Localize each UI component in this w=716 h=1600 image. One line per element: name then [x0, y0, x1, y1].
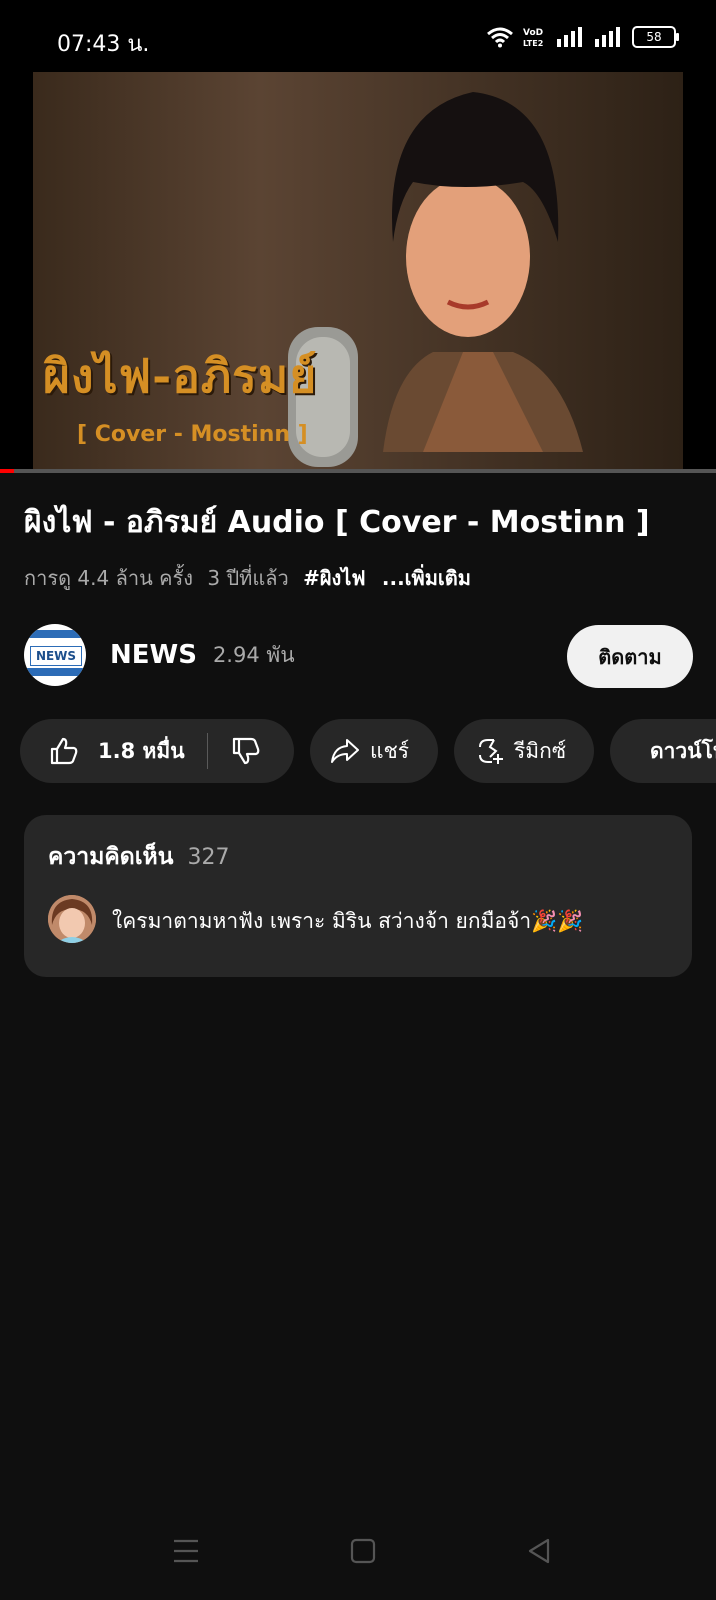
status-icons: VoD LTE2 58: [486, 26, 679, 48]
singer-figure: [383, 92, 583, 452]
remix-label: รีมิกซ์: [514, 738, 567, 763]
menu-icon[interactable]: [172, 1538, 200, 1564]
remix-icon: [479, 739, 503, 764]
svg-text:LTE2: LTE2: [523, 39, 543, 48]
channel-avatar[interactable]: NEWS: [24, 624, 86, 686]
top-comment-text: ใครมาตามหาฟัง เพราะ มิริน สว่างจ้า ยกมือ…: [112, 909, 584, 933]
comments-title: ความคิดเห็น: [48, 844, 174, 870]
signal-icon-2: [595, 27, 620, 47]
subscribe-button[interactable]: ติดตาม: [567, 625, 693, 688]
back-triangle-icon[interactable]: [526, 1538, 552, 1564]
avatar-logo-text: NEWS: [30, 646, 82, 666]
thumbnail-subtitle: [ Cover - Mostinn ]: [77, 422, 308, 447]
remix-button[interactable]: รีมิกซ์: [454, 719, 594, 783]
channel-row[interactable]: NEWS NEWS 2.94 พัน: [24, 624, 295, 686]
share-button[interactable]: แชร์: [310, 719, 438, 783]
video-title: ผิงไฟ - อภิรมย์ Audio [ Cover - Mostinn …: [24, 505, 650, 540]
signal-icon: [557, 27, 582, 47]
dislike-button[interactable]: [230, 735, 262, 767]
like-button[interactable]: 1.8 หมื่น: [48, 735, 185, 768]
download-label: ดาวน์โหลด: [650, 738, 716, 763]
avatar-band-bottom: [24, 668, 86, 676]
share-label: แชร์: [370, 738, 410, 763]
like-divider: [206, 733, 208, 769]
commenter-avatar-image: [48, 895, 96, 943]
thumb-down-icon: [232, 737, 259, 765]
video-progress-fill: [0, 469, 15, 473]
like-count: 1.8 หมื่น: [98, 738, 185, 763]
video-player[interactable]: ผิงไฟ-อภิรมย์ [ Cover - Mostinn ]: [0, 72, 716, 470]
status-time: 07:43 น.: [57, 32, 150, 57]
more-link[interactable]: ...เพิ่มเติม: [382, 566, 471, 590]
video-thumbnail: ผิงไฟ-อภิรมย์ [ Cover - Mostinn ]: [33, 72, 683, 470]
thumb-up-icon: [50, 737, 78, 765]
commenter-avatar[interactable]: [48, 895, 96, 943]
view-count: การดู 4.4 ล้าน ครั้ง: [24, 566, 193, 590]
video-meta[interactable]: การดู 4.4 ล้าน ครั้ง 3 ปีที่แล้ว #ผิงไฟ …: [24, 562, 471, 594]
subscriber-count: 2.94 พัน: [212, 642, 295, 667]
avatar-band-top: [24, 630, 86, 638]
like-dislike-pill: 1.8 หมื่น: [20, 719, 294, 783]
download-button[interactable]: ดาวน์โหลด: [610, 719, 716, 783]
action-bar: 1.8 หมื่น แชร์ รีมิกซ์ ดาวน์โหลด: [20, 719, 716, 783]
channel-name[interactable]: NEWS: [110, 640, 197, 670]
thumbnail-title: ผิงไฟ-อภิรมย์: [43, 349, 318, 403]
svg-text:VoD: VoD: [523, 28, 543, 38]
wifi-icon: [487, 27, 513, 48]
upload-age: 3 ปีที่แล้ว: [207, 566, 289, 590]
system-nav-bar: [0, 1516, 716, 1600]
comments-count: 327: [187, 845, 230, 870]
video-progress-bar[interactable]: [0, 469, 716, 473]
volte-icon: VoD LTE2: [523, 28, 543, 48]
home-square-icon[interactable]: [350, 1538, 376, 1564]
battery-icon: 58: [632, 26, 679, 48]
comments-panel[interactable]: ความคิดเห็น 327 ใครมาตามหาฟัง เพราะ มิริ…: [24, 815, 692, 977]
share-arrow-icon: [331, 739, 359, 763]
status-bar: 07:43 น. VoD LTE2 58: [0, 0, 716, 72]
comments-heading: ความคิดเห็น 327: [48, 839, 229, 875]
hashtag-link[interactable]: #ผิงไฟ: [303, 566, 365, 590]
